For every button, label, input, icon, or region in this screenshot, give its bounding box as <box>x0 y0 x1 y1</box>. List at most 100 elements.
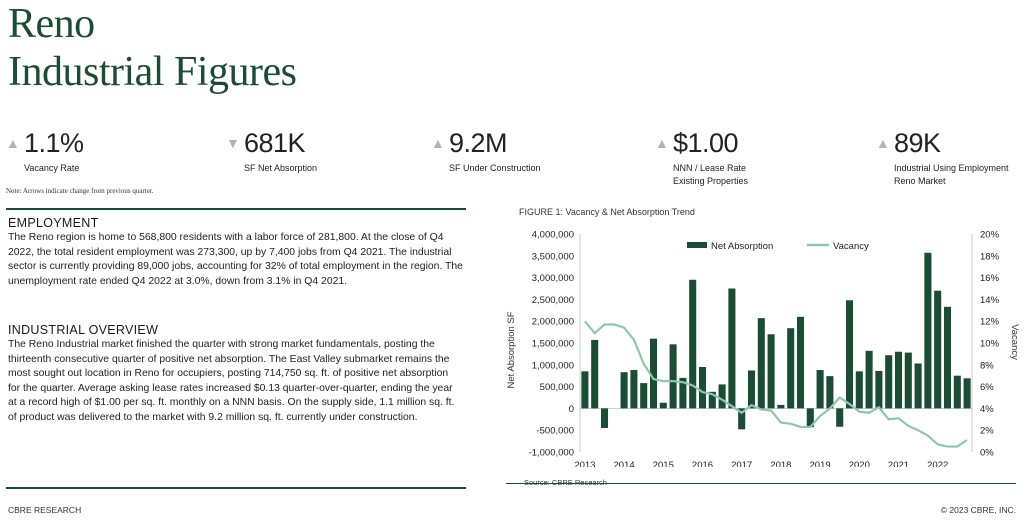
stat-value: 89K <box>894 128 941 158</box>
right-axis: 20% 18% 16% 14% 12% 10% 8% 6% 4% 2% 0% <box>980 230 1000 459</box>
stat-net-absorption: ▼ 681K SF Net Absorption <box>226 128 317 175</box>
y-tick-label: 500,000 <box>540 382 574 393</box>
y2-tick-label: 14% <box>980 295 1000 306</box>
y-tick-label: -500,000 <box>536 426 574 437</box>
x-tick-label: 2019 <box>810 460 831 467</box>
left-axis: 4,000,000 3,500,000 3,000,000 2,500,000 2,00… <box>529 230 574 459</box>
stat-label-line-2: Reno Market <box>894 176 946 186</box>
x-tick-label: 2014 <box>614 460 635 467</box>
y-tick-label: 2,000,000 <box>532 317 574 328</box>
net-absorption-bar <box>591 339 599 409</box>
arrow-up-icon: ▲ <box>876 135 890 151</box>
y-tick-label: 0 <box>569 404 574 415</box>
footer-copyright: © 2023 CBRE, INC. <box>940 505 1016 515</box>
arrow-note: Note: Arrows indicate change from previo… <box>6 187 154 195</box>
y2-tick-label: 8% <box>980 360 994 371</box>
net-absorption-bar <box>845 300 854 409</box>
overview-body: The Reno Industrial market finished the … <box>8 339 455 423</box>
legend-label-net-absorption: Net Absorption <box>711 241 773 252</box>
right-axis-label: Vacancy <box>1009 324 1020 360</box>
net-absorption-bar <box>728 288 736 409</box>
y2-tick-label: 4% <box>980 404 994 415</box>
x-tick-label: 2022 <box>927 460 948 467</box>
net-absorption-bar <box>581 371 589 409</box>
left-axis-label: Net Absorption SF <box>506 311 517 388</box>
x-axis: 2013 2014 2015 2016 2017 2018 2019 2020 2021 2022 <box>574 460 948 467</box>
net-absorption-bar <box>620 372 628 409</box>
net-absorption-bar <box>698 366 707 409</box>
y2-tick-label: 0% <box>980 448 994 459</box>
stat-value: 1.1% <box>24 128 84 158</box>
y-tick-label: -1,000,000 <box>529 448 574 459</box>
net-absorption-bar <box>600 408 609 429</box>
arrow-up-icon: ▲ <box>431 135 445 151</box>
page-title-line-2: Industrial Figures <box>8 49 297 95</box>
net-absorption-bar <box>747 370 756 409</box>
stat-under-construction: ▲ 9.2M SF Under Construction <box>431 128 541 175</box>
x-tick-label: 2021 <box>888 460 909 467</box>
y2-tick-label: 18% <box>980 251 1000 262</box>
y2-tick-label: 12% <box>980 317 1000 328</box>
x-tick-label: 2017 <box>731 460 752 467</box>
net-absorption-bar <box>630 370 638 409</box>
y2-tick-label: 2% <box>980 426 994 437</box>
x-tick-label: 2018 <box>770 460 791 467</box>
arrow-down-icon: ▼ <box>226 135 240 151</box>
chart-legend: Net Absorption Vacancy <box>687 241 869 252</box>
stat-employment: ▲ 89K Industrial Using Employment Reno M… <box>876 128 1009 188</box>
net-absorption-bar <box>796 316 805 409</box>
net-absorption-bar <box>659 402 667 409</box>
overview-section: INDUSTRIAL OVERVIEW The Reno Industrial … <box>8 323 463 425</box>
stat-label-line-1: NNN / Lease Rate <box>673 163 747 173</box>
legend-label-vacancy: Vacancy <box>833 241 869 252</box>
stat-label: NNN / Lease Rate Existing Properties <box>673 162 748 188</box>
x-tick-label: 2020 <box>849 460 870 467</box>
net-absorption-bar <box>914 363 922 409</box>
y2-tick-label: 6% <box>980 382 994 393</box>
net-absorption-bar <box>767 334 775 409</box>
net-absorption-bar <box>894 351 903 409</box>
x-tick-label: 2016 <box>692 460 713 467</box>
net-absorption-bar <box>836 408 844 427</box>
net-absorption-bar <box>924 252 932 409</box>
employment-heading: EMPLOYMENT <box>8 216 99 230</box>
stat-label: SF Under Construction <box>449 163 541 173</box>
net-absorption-bar <box>689 279 697 409</box>
net-absorption-bar <box>777 404 785 409</box>
employment-section: EMPLOYMENT The Reno region is home to 56… <box>8 216 463 289</box>
arrow-up-icon: ▲ <box>6 135 20 151</box>
chart-divider <box>506 483 1016 484</box>
y-tick-label: 4,000,000 <box>532 230 574 241</box>
stat-label-line-1: Industrial Using Employment <box>894 163 1009 173</box>
net-absorption-bar <box>885 355 893 409</box>
legend-swatch-net-absorption <box>687 242 707 248</box>
y-tick-label: 2,500,000 <box>532 295 574 306</box>
arrow-up-icon: ▲ <box>655 135 669 151</box>
y2-tick-label: 10% <box>980 339 1000 350</box>
net-absorption-bar <box>934 290 942 409</box>
stat-lease-rate: ▲ $1.00 NNN / Lease Rate Existing Proper… <box>655 128 748 188</box>
net-absorption-bar <box>953 375 961 409</box>
y-tick-label: 3,000,000 <box>532 273 574 284</box>
stat-label-line-2: Existing Properties <box>673 176 749 186</box>
page-title: Reno Industrial Figures <box>8 0 297 96</box>
stat-vacancy-rate: ▲ 1.1% Vacancy Rate <box>6 128 84 175</box>
stat-label: Industrial Using Employment Reno Market <box>894 162 1009 188</box>
stat-value: 9.2M <box>449 128 508 158</box>
chart-grid <box>579 234 973 452</box>
stat-value: 681K <box>244 128 306 158</box>
stat-value: $1.00 <box>673 128 739 158</box>
net-absorption-bar <box>816 370 824 409</box>
page-title-line-1: Reno <box>8 1 95 47</box>
y-tick-label: 1,500,000 <box>532 339 574 350</box>
y-tick-label: 1,000,000 <box>532 360 574 371</box>
y-tick-label: 3,500,000 <box>532 251 574 262</box>
net-absorption-bar <box>963 378 971 409</box>
overview-heading: INDUSTRIAL OVERVIEW <box>8 323 159 337</box>
net-absorption-bar <box>669 344 677 409</box>
net-absorption-bar <box>640 383 648 409</box>
net-absorption-bar <box>718 384 726 409</box>
net-absorption-bar <box>757 318 765 409</box>
x-tick-label: 2015 <box>653 460 674 467</box>
figure-title: FIGURE 1: Vacancy & Net Absorption Trend <box>519 207 695 217</box>
